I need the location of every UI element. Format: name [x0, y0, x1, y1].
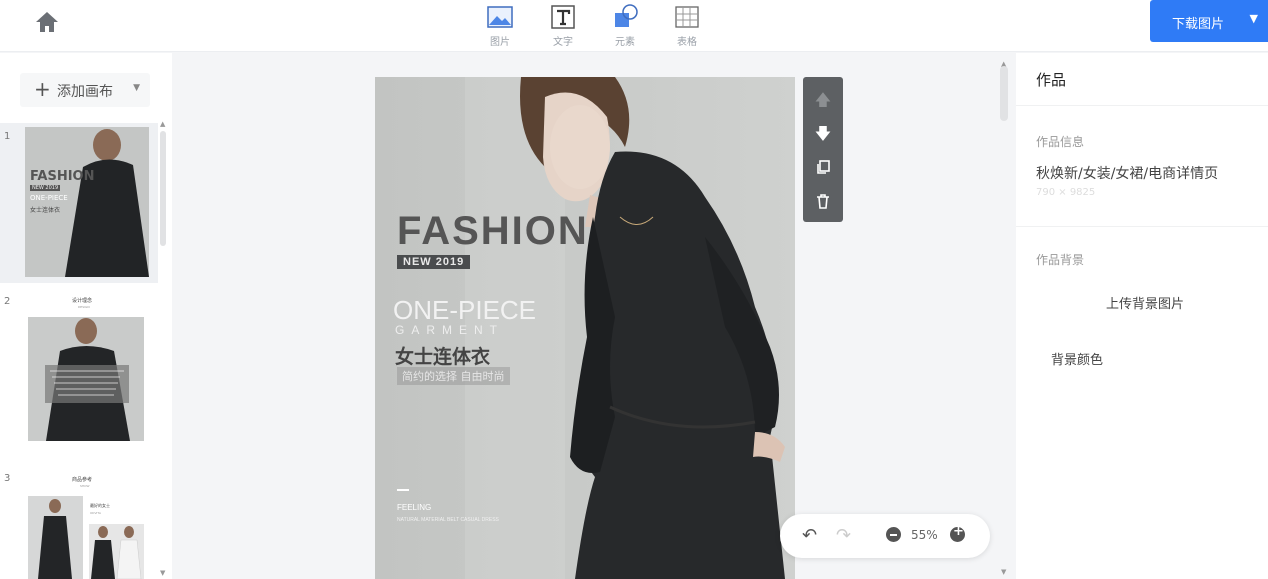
page-thumb-3[interactable]: 3 商品参考 SHOW 最好的女士 OKVITA [0, 467, 158, 579]
page-2-sub: DESIGN [78, 305, 90, 309]
zoom-in-icon[interactable] [950, 524, 965, 542]
zoom-toolbar: ↶ ↷ 55% [780, 514, 990, 558]
panel-title: 作品 [1036, 71, 1067, 89]
home-icon[interactable] [33, 9, 61, 35]
page-2-heading: 设计理念 [72, 298, 93, 304]
scroll-down-icon[interactable]: ▼ [160, 569, 165, 577]
page-3-caption2: OKVITA [90, 511, 101, 515]
text-icon [551, 5, 575, 29]
pages-scrollbar-thumb[interactable] [160, 131, 166, 246]
scroll-up-icon[interactable]: ▲ [160, 120, 165, 128]
canvas-badge[interactable]: NEW 2019 [397, 255, 471, 269]
redo-icon[interactable]: ↷ [836, 525, 851, 546]
undo-icon[interactable]: ↶ [802, 525, 817, 546]
canvas-side-tools: 🡅 🡇 [803, 77, 843, 222]
canvas-line4[interactable]: 简约的选择 自由时尚 [397, 367, 510, 385]
caret-down-icon[interactable]: ▼ [133, 83, 140, 93]
page-3-caption: 最好的女士 [90, 503, 110, 508]
page-1-photo [25, 127, 149, 277]
page-1-line1: ONE-PIECE [30, 194, 68, 202]
zoom-level: 55% [911, 528, 938, 542]
scroll-down-icon[interactable]: ▼ [1001, 568, 1006, 576]
page-3-heading: 商品参考 [72, 477, 93, 483]
canvas-line2[interactable]: GARMENT [395, 323, 504, 337]
download-button[interactable]: 下载图片 ▼ [1150, 0, 1268, 42]
properties-panel: 作品 作品信息 秋焕新/女装/女裙/电商详情页 790 × 9825 作品背景 … [1016, 53, 1268, 579]
page-3-photo-a [38, 499, 72, 579]
page-3-sub: SHOW [80, 484, 90, 488]
page-2-preview [28, 317, 144, 441]
image-icon [487, 6, 513, 28]
top-toolbar: 图片 文字 元素 表格 下载图片 ▼ [0, 0, 1268, 52]
canvas-title[interactable]: FASHION [397, 209, 589, 254]
page-3-preview-a [28, 496, 83, 579]
canvas-line3[interactable]: 女士连体衣 [395, 342, 490, 369]
tool-label: 表格 [677, 37, 697, 48]
tool-elements[interactable]: 元素 [605, 3, 645, 48]
canvas-scrollbar-thumb[interactable] [1000, 66, 1008, 121]
tool-label: 图片 [490, 37, 510, 48]
page-number: 2 [4, 296, 11, 307]
tool-image[interactable]: 图片 [480, 3, 520, 48]
move-up-icon[interactable]: 🡅 [814, 89, 832, 109]
canvas-scrollbar[interactable]: ▲ ▼ [998, 60, 1010, 579]
plus-icon: + [34, 77, 51, 101]
divider [1016, 226, 1268, 227]
copy-icon[interactable] [815, 159, 831, 175]
tool-table[interactable]: 表格 [667, 3, 707, 48]
canvas-line1[interactable]: ONE-PIECE [393, 295, 536, 326]
page-number: 3 [4, 473, 11, 484]
tool-label: 文字 [553, 37, 573, 48]
canvas-feeling[interactable]: FEELING [397, 503, 431, 512]
tool-text[interactable]: 文字 [543, 3, 583, 48]
work-info-label: 作品信息 [1036, 135, 1085, 149]
page-3-photo-b [91, 526, 142, 579]
zoom-out-icon[interactable] [886, 527, 901, 542]
move-down-icon[interactable]: 🡇 [814, 123, 832, 143]
canvas-feeling-sub[interactable]: NATURAL MATERIAL BELT CASUAL DRESS [397, 517, 499, 523]
table-icon [675, 6, 699, 28]
page-1-preview: FASHION NEW 2019 ONE-PIECE 女士连体衣 [25, 127, 149, 277]
work-size: 790 × 9825 [1036, 187, 1096, 198]
design-canvas[interactable]: FASHION NEW 2019 ONE-PIECE GARMENT 女士连体衣… [375, 77, 795, 579]
page-1-line2: 女士连体衣 [30, 207, 61, 214]
download-label: 下载图片 [1172, 17, 1225, 32]
page-2-photo [28, 317, 144, 441]
page-number: 1 [4, 131, 11, 142]
page-1-heading: FASHION [30, 169, 95, 184]
tool-label: 元素 [615, 37, 635, 48]
trash-icon[interactable] [815, 193, 831, 210]
divider [1016, 105, 1268, 106]
add-canvas-label: 添加画布 [57, 84, 113, 100]
canvas-divider [397, 489, 409, 491]
page-thumb-2[interactable]: 2 设计理念 DESIGN [0, 286, 158, 456]
upload-bg-button[interactable]: 上传背景图片 [1106, 293, 1184, 312]
page-thumb-1[interactable]: 1 FASHION NEW 2019 ONE-PIECE 女士连体衣 [0, 123, 158, 283]
work-bg-label: 作品背景 [1036, 253, 1085, 267]
pages-panel: + 添加画布 ▼ 1 FASHION NEW 2019 ONE-PIECE 女士… [0, 53, 172, 579]
work-name[interactable]: 秋焕新/女装/女裙/电商详情页 [1036, 163, 1218, 183]
pages-scrollbar[interactable]: ▲ ▼ [158, 120, 168, 579]
page-1-sub: NEW 2019 [30, 185, 61, 191]
add-canvas-button[interactable]: + 添加画布 ▼ [20, 73, 150, 107]
shapes-icon [615, 4, 638, 27]
page-3-preview-b [89, 524, 144, 579]
bg-color-label[interactable]: 背景颜色 [1051, 349, 1103, 368]
caret-down-icon[interactable]: ▼ [1250, 12, 1258, 25]
